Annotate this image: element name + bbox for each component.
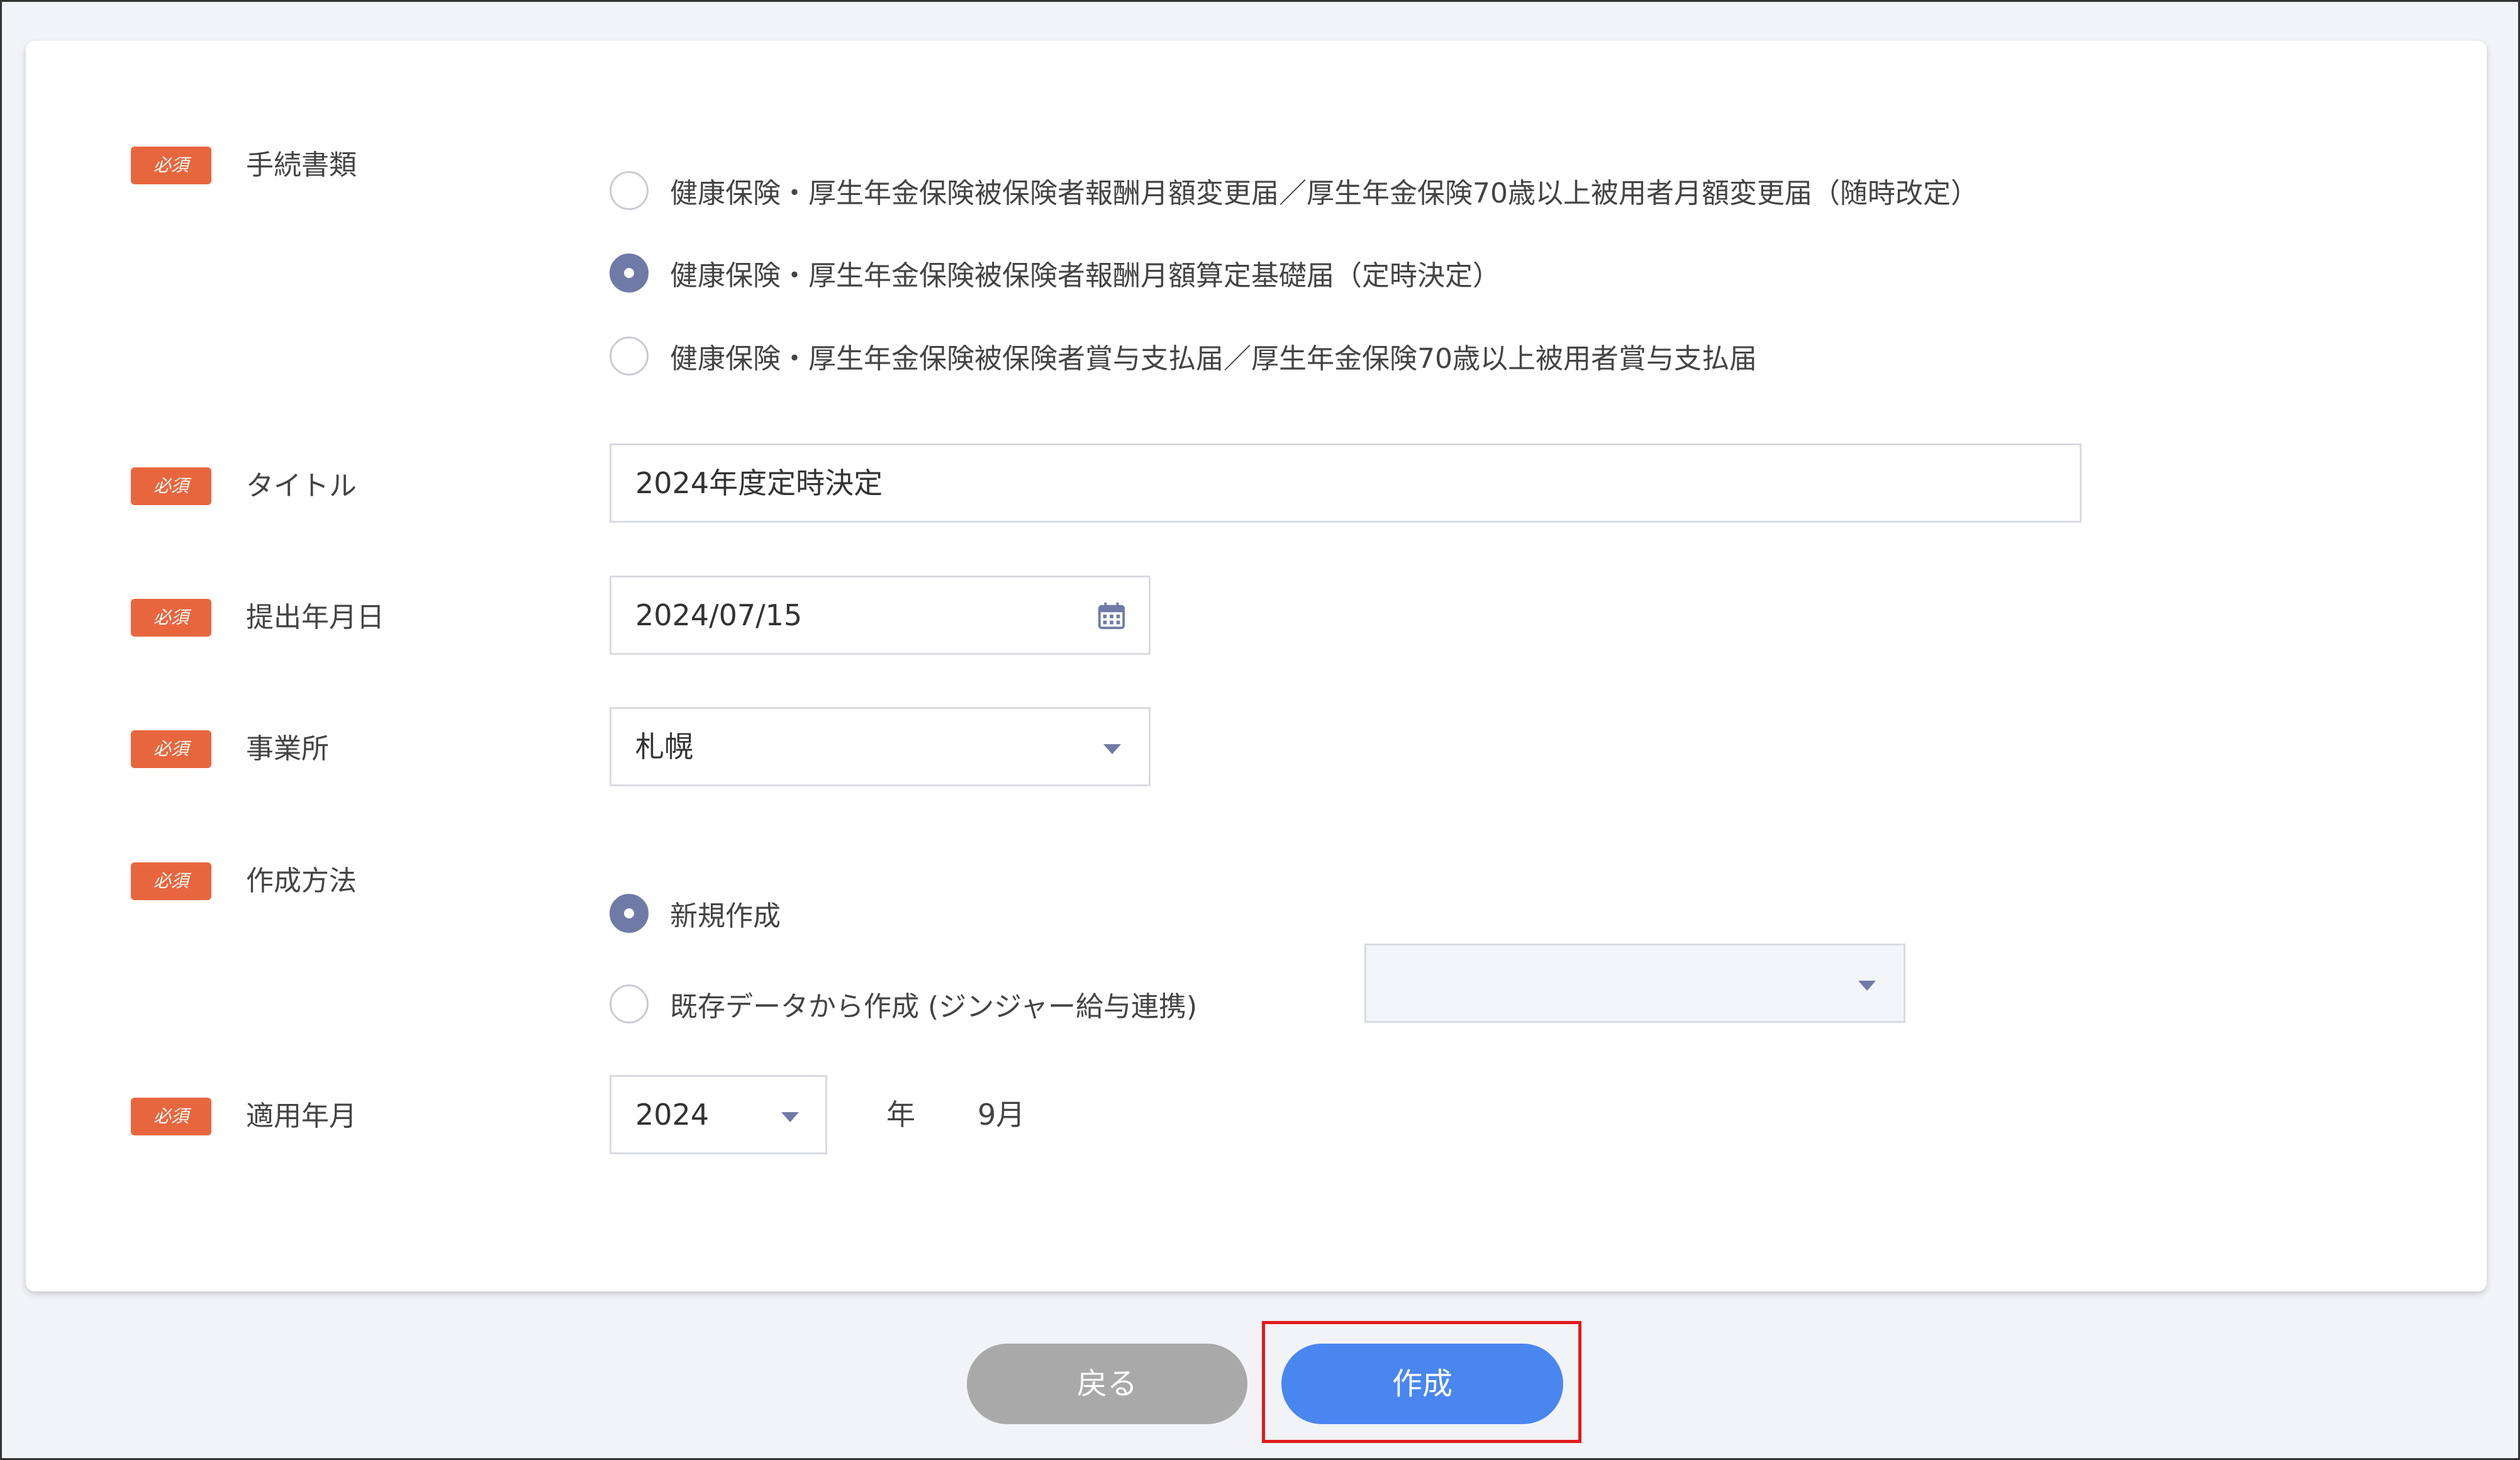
creation-method-option-existing[interactable]: 既存データから作成 (ジンジャー給与連携) [610, 982, 1197, 1026]
required-badge: 必須 [131, 730, 211, 768]
procedure-option-1[interactable]: 健康保険・厚生年金保険被保険者報酬月額変更届／厚生年金保険70歳以上被用者月額変… [610, 169, 1978, 213]
procedure-option-1-label: 健康保険・厚生年金保険被保険者報酬月額変更届／厚生年金保険70歳以上被用者月額変… [670, 177, 1978, 209]
apply-year-value: 2024 [635, 1098, 710, 1132]
creation-method-label: 作成方法 [246, 865, 357, 897]
form-card: 必須 手続書類 健康保険・厚生年金保険被保険者報酬月額変更届／厚生年金保険70歳… [26, 41, 2487, 1291]
required-badge: 必須 [131, 599, 211, 637]
office-select[interactable]: 札幌 [610, 707, 1151, 786]
calendar-icon[interactable] [1097, 601, 1126, 630]
chevron-down-icon [1858, 981, 1876, 991]
procedure-option-2-label: 健康保険・厚生年金保険被保険者報酬月額算定基礎届（定時決定） [670, 260, 1500, 292]
office-label: 事業所 [246, 733, 329, 765]
radio-button[interactable] [610, 337, 649, 376]
chevron-down-icon [781, 1112, 799, 1122]
creation-method-option-new[interactable]: 新規作成 [610, 891, 781, 935]
existing-data-select[interactable] [1364, 944, 1905, 1023]
title-label: タイトル [246, 470, 357, 502]
procedure-label: 手続書類 [246, 149, 357, 181]
radio-button-selected[interactable] [610, 254, 649, 293]
title-input[interactable]: 2024年度定時決定 [610, 443, 2082, 523]
apply-year-select[interactable]: 2024 [610, 1075, 827, 1154]
chevron-down-icon [1103, 744, 1121, 754]
procedure-option-2[interactable]: 健康保険・厚生年金保険被保険者報酬月額算定基礎届（定時決定） [610, 251, 1500, 295]
procedure-option-3-label: 健康保険・厚生年金保険被保険者賞与支払届／厚生年金保険70歳以上被用者賞与支払届 [670, 343, 1757, 375]
submit-date-label: 提出年月日 [246, 601, 384, 633]
office-select-value: 札幌 [635, 730, 693, 764]
required-badge: 必須 [131, 147, 211, 184]
procedure-option-3[interactable]: 健康保険・厚生年金保険被保険者賞与支払届／厚生年金保険70歳以上被用者賞与支払届 [610, 334, 1757, 378]
year-suffix: 年 [886, 1098, 915, 1132]
submit-date-value: 2024/07/15 [635, 598, 803, 632]
creation-method-option-new-label: 新規作成 [670, 900, 781, 932]
apply-month-text: 9月 [978, 1098, 1025, 1132]
create-button[interactable]: 作成 [1281, 1344, 1563, 1424]
required-badge: 必須 [131, 1098, 211, 1135]
creation-method-option-existing-label: 既存データから作成 (ジンジャー給与連携) [670, 991, 1198, 1023]
back-button[interactable]: 戻る [967, 1344, 1247, 1424]
required-badge: 必須 [131, 862, 211, 900]
apply-month-label: 適用年月 [246, 1100, 357, 1132]
required-badge: 必須 [131, 467, 211, 505]
screen-frame: 必須 手続書類 健康保険・厚生年金保険被保険者報酬月額変更届／厚生年金保険70歳… [0, 0, 2520, 1460]
submit-date-input[interactable]: 2024/07/15 [610, 576, 1151, 655]
radio-button-selected[interactable] [610, 894, 649, 933]
radio-button[interactable] [610, 171, 649, 210]
radio-button[interactable] [610, 984, 649, 1023]
